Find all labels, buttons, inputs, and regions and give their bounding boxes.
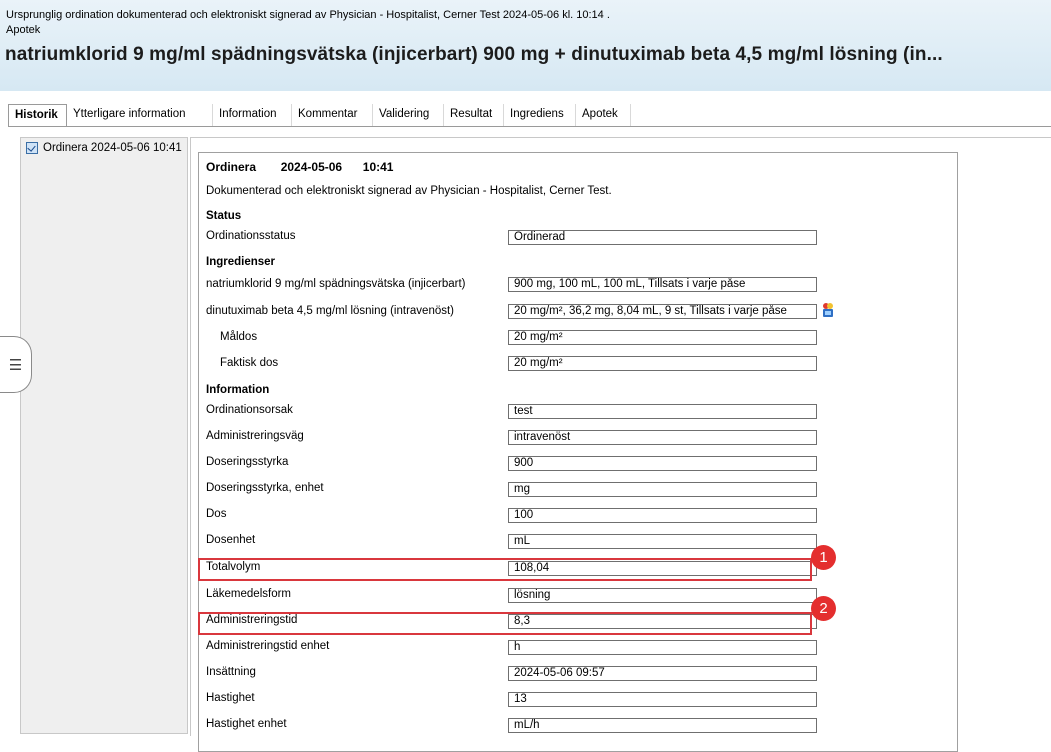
label-dosenhet: Dosenhet xyxy=(206,534,256,546)
value-administreringstid-enhet: h xyxy=(508,640,817,655)
section-information: Information xyxy=(206,384,270,396)
section-status: Status xyxy=(206,210,242,222)
value-hastighet-enhet: mL/h xyxy=(508,718,817,733)
medication-info-icon[interactable] xyxy=(822,303,834,317)
collapse-handle[interactable]: ☰ xyxy=(0,336,32,393)
label-doseringsstyrka: Doseringsstyrka xyxy=(206,456,289,468)
value-dinutuximab: 20 mg/m², 36,2 mg, 8,04 mL, 9 st, Tillsa… xyxy=(508,304,817,319)
tab-divider xyxy=(8,126,1051,127)
label-hastighet: Hastighet xyxy=(206,692,255,704)
label-dos: Dos xyxy=(206,508,227,520)
order-header: Ursprunglig ordination dokumenterad och … xyxy=(0,0,1051,91)
highlight-administreringstid xyxy=(198,612,812,635)
section-ingredients: Ingredienser xyxy=(206,256,276,268)
tab-resultat[interactable]: Resultat xyxy=(444,104,504,126)
header-original-order-line: Ursprunglig ordination dokumenterad och … xyxy=(6,9,610,21)
tab-ytterligare-information[interactable]: Ytterligare information xyxy=(67,104,213,126)
doc-heading-date: 2024-05-06 xyxy=(280,160,343,174)
history-item[interactable]: Ordinera 2024-05-06 10:41 xyxy=(21,138,187,158)
header-context-line: Apotek xyxy=(6,24,41,36)
value-dosenhet: mL xyxy=(508,534,817,549)
tab-apotek[interactable]: Apotek xyxy=(576,104,631,126)
label-natriumklorid: natriumklorid 9 mg/ml spädningsvätska (i… xyxy=(206,278,466,290)
annotation-badge-1: 1 xyxy=(811,545,836,570)
value-ordinationsstatus: Ordinerad xyxy=(508,230,817,245)
annotation-badge-2: 2 xyxy=(811,596,836,621)
label-lakemedelsform: Läkemedelsform xyxy=(206,588,292,600)
doc-heading-action: Ordinera xyxy=(206,160,257,174)
label-ordinationsorsak: Ordinationsorsak xyxy=(206,404,293,416)
label-dinutuximab: dinutuximab beta 4,5 mg/ml lösning (intr… xyxy=(206,305,455,317)
label-ordinationsstatus: Ordinationsstatus xyxy=(206,230,296,242)
highlight-totalvolym xyxy=(198,558,812,581)
value-natriumklorid: 900 mg, 100 mL, 100 mL, Tillsats i varje… xyxy=(508,277,817,292)
history-item-label: Ordinera 2024-05-06 10:41 xyxy=(43,142,182,154)
tab-information[interactable]: Information xyxy=(213,104,292,126)
value-lakemedelsform: lösning xyxy=(508,588,817,603)
value-ordinationsorsak: test xyxy=(508,404,817,419)
order-title: natriumklorid 9 mg/ml spädningsvätska (i… xyxy=(5,44,943,65)
label-hastighet-enhet: Hastighet enhet xyxy=(206,718,287,730)
history-list: Ordinera 2024-05-06 10:41 xyxy=(20,137,188,734)
label-maldos: Måldos xyxy=(220,331,258,343)
label-doseringsstyrka-enhet: Doseringsstyrka, enhet xyxy=(206,482,324,494)
vertical-bars-icon: ☰ xyxy=(8,356,23,374)
label-faktisk-dos: Faktisk dos xyxy=(220,357,279,369)
label-administreringsvag: Administreringsväg xyxy=(206,430,304,442)
value-doseringsstyrka-enhet: mg xyxy=(508,482,817,497)
tab-historik[interactable]: Historik xyxy=(8,104,67,126)
value-dos: 100 xyxy=(508,508,817,523)
tab-kommentar[interactable]: Kommentar xyxy=(292,104,373,126)
doc-heading-time: 10:41 xyxy=(362,160,394,174)
label-administreringstid-enhet: Administreringstid enhet xyxy=(206,640,330,652)
value-hastighet: 13 xyxy=(508,692,817,707)
label-insattning: Insättning xyxy=(206,666,256,678)
tab-ingrediens[interactable]: Ingrediens xyxy=(504,104,576,126)
value-faktisk-dos: 20 mg/m² xyxy=(508,356,817,371)
doc-signed-text: Dokumenterad och elektroniskt signerad a… xyxy=(206,185,612,197)
value-doseringsstyrka: 900 xyxy=(508,456,817,471)
tab-bar: Historik Ytterligare information Informa… xyxy=(8,104,631,126)
value-insattning: 2024-05-06 09:57 xyxy=(508,666,817,681)
tab-validering[interactable]: Validering xyxy=(373,104,444,126)
checkbox-icon[interactable] xyxy=(26,142,38,154)
value-administreringsvag: intravenöst xyxy=(508,430,817,445)
value-maldos: 20 mg/m² xyxy=(508,330,817,345)
doc-heading: Ordinera 2024-05-06 10:41 xyxy=(206,160,393,174)
